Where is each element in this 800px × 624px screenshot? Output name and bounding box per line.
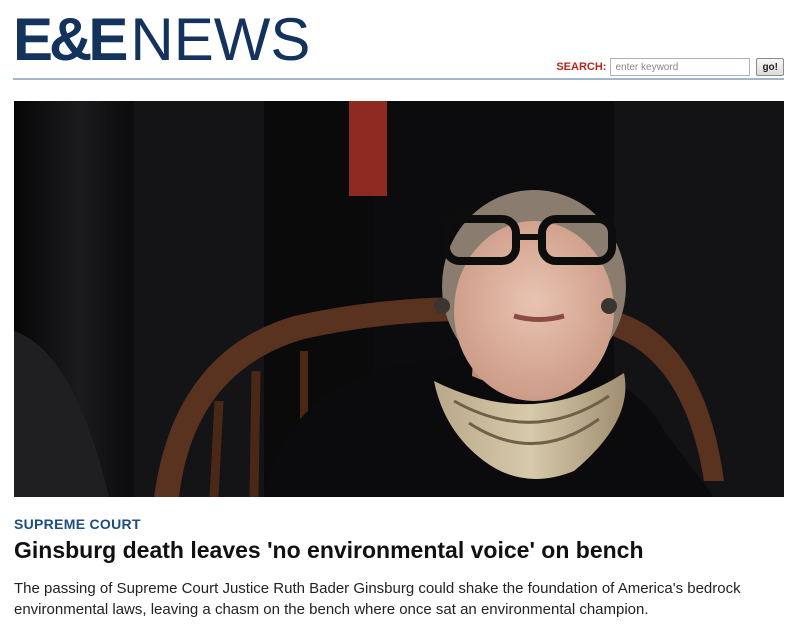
header-divider: [13, 78, 784, 80]
site-header: E&ENEWS SEARCH: go!: [0, 0, 800, 82]
search-bar: SEARCH: go!: [556, 57, 784, 77]
article-headline[interactable]: Ginsburg death leaves 'no environmental …: [14, 535, 794, 565]
article-kicker[interactable]: SUPREME COURT: [14, 516, 141, 532]
article-summary: The passing of Supreme Court Justice Rut…: [14, 580, 741, 618]
photo-illustration: [14, 101, 784, 497]
site-logo[interactable]: E&E NEWS: [13, 8, 310, 72]
logo-news: NEWS: [130, 6, 311, 73]
search-input[interactable]: [610, 58, 751, 76]
logo-brand: E&E: [13, 6, 128, 73]
search-go-button[interactable]: go!: [756, 58, 784, 76]
article-hero-photo[interactable]: [14, 101, 784, 497]
search-label: SEARCH:: [556, 61, 607, 73]
